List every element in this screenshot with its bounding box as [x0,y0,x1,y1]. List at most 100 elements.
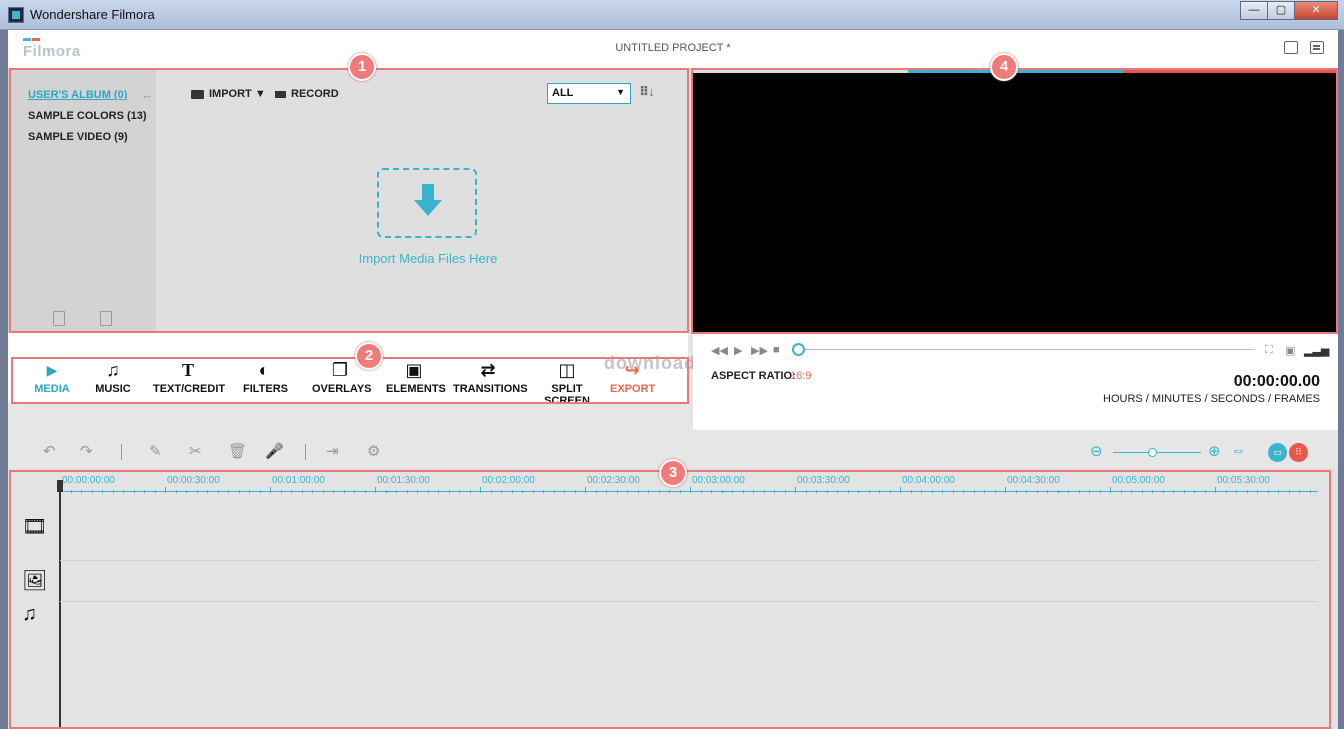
ruler-tick [1131,490,1132,493]
tab-filters[interactable]: ◐ FILTERS [243,360,288,395]
ruler-tick [763,490,765,493]
ruler-tick [553,490,555,493]
app-header: Filmora UNTITLED PROJECT * [8,30,1338,68]
ruler-tick-label: 00:00:00:00 [62,475,115,486]
ruler-tick [627,490,628,493]
import-hint: Import Media Files Here [358,251,498,266]
zoom-handle[interactable] [1148,448,1157,457]
ruler-tick [973,490,975,493]
import-drop-zone[interactable] [377,168,477,238]
record-button[interactable]: RECORD [275,88,339,100]
fullscreen-icon[interactable]: ⛶ [1265,344,1273,357]
delete-icon[interactable]: 🗑 [228,442,247,460]
ruler-tick [774,490,775,493]
playhead[interactable] [57,480,63,728]
video-preview[interactable] [693,68,1338,333]
ruler-tick [1162,490,1164,493]
ruler-tick [396,490,397,493]
ruler-tick [1036,490,1038,493]
ruler-tick [427,490,429,493]
music-track-icon: ♫ [22,603,37,625]
ruler-tick [1173,490,1174,493]
player-controls: ◀◀ ▶ ▶▶ ■ ⛶ ▣ ▂▃▅ ASPECT RATIO: 16:9 00:… [693,333,1338,430]
fit-icon[interactable]: ⇔ [1231,442,1246,459]
tab-media[interactable]: ▶ MEDIA [33,360,71,395]
zoom-slider[interactable] [1113,452,1201,453]
snapshot-icon[interactable]: ▣ [1285,344,1295,357]
ruler-tick [217,490,219,493]
maximize-button[interactable]: ▢ [1267,1,1295,20]
tab-music[interactable]: ♫ MUSIC [93,360,133,395]
ruler-tick [1267,490,1269,493]
ruler-tick-label: 00:01:00:00 [272,475,325,486]
rewind-icon[interactable]: ◀◀ [711,344,728,357]
voiceover-icon[interactable]: 🎤 [265,442,284,460]
save-icon[interactable] [1284,41,1298,54]
ruler-tick [669,490,670,493]
ruler-tick [312,490,313,493]
ruler-tick [154,490,156,493]
separator [305,444,306,460]
menu-icon[interactable] [1310,41,1324,54]
ruler-tick [900,487,901,493]
timeline-mode-icon[interactable]: ▭ [1268,443,1287,462]
aspect-ratio-value[interactable]: 16:9 [790,370,811,382]
stop-icon[interactable]: ■ [773,344,780,356]
storyboard-icon[interactable]: ⠿ [1289,443,1308,462]
redo-icon[interactable]: ↷ [80,442,93,460]
zoom-out-icon[interactable]: ⊖ [1090,442,1103,460]
split-screen-icon: ◫ [558,360,576,380]
media-library: USER'S ALBUM (0) SAMPLE COLORS (13) SAMP… [8,68,688,333]
sort-icon[interactable]: ⠿↓ [639,84,655,100]
ruler-tick [480,487,481,493]
add-album-icon[interactable] [53,311,65,326]
watermark: download [604,353,696,373]
track-divider [60,601,1318,602]
ruler-tick [879,490,880,493]
forward-icon[interactable]: ▶▶ [751,344,768,357]
ruler-tick [228,490,229,493]
album-sample-video[interactable]: SAMPLE VIDEO (9) [28,131,128,143]
edit-icon[interactable]: ✎ [149,442,162,460]
filters-icon: ◐ [258,360,270,380]
zoom-in-icon[interactable]: ⊕ [1208,442,1221,460]
ruler-tick [931,490,933,493]
play-icon[interactable]: ▶ [734,344,742,357]
split-icon[interactable]: ✂ [189,442,202,460]
timeline[interactable]: 00:00:00:00 00:00:30:00 00:01:00:00 00:01:3… [8,468,1338,729]
ruler-tick [385,490,387,493]
back-arrow-icon[interactable]: ← [141,87,154,102]
album-sample-colors[interactable]: SAMPLE COLORS (13) [28,110,147,122]
tab-text-credit[interactable]: T TEXT/CREDIT [153,360,225,395]
ruler-tick [291,490,292,493]
tab-split-screen[interactable]: ◫ SPLIT SCREEN [532,360,602,407]
undo-icon[interactable]: ↶ [43,442,56,460]
seek-bar[interactable] [805,349,1255,350]
settings-icon[interactable]: ⚙ [367,442,380,460]
tab-elements[interactable]: ▣ ELEMENTS [386,360,446,395]
album-users[interactable]: USER'S ALBUM (0) [28,89,127,101]
remove-album-icon[interactable] [100,311,112,326]
ruler-tick [721,490,723,493]
ruler-tick [280,490,282,493]
tab-transitions[interactable]: ⇄ TRANSITIONS [453,360,528,395]
image-track-icon: 🖼 [22,570,48,592]
ruler-tick [1068,490,1069,493]
ruler-tick [207,490,208,493]
volume-icon[interactable]: ▂▃▅ [1304,344,1329,357]
minimize-button[interactable]: — [1240,1,1268,20]
annotation-number-1: 1 [348,53,376,81]
import-button[interactable]: IMPORT ▼ [191,88,266,100]
ruler-tick [1204,490,1206,493]
ruler-tick-label: 00:03:30:00 [797,475,850,486]
ruler-tick [91,490,93,493]
scene-detect-icon[interactable]: ⇥ [326,442,339,460]
ruler-tick [333,490,334,493]
ruler-tick [984,490,985,493]
seek-handle[interactable] [792,343,805,356]
media-filter-select[interactable]: ALL ▼ [547,83,631,104]
ruler-tick [354,490,355,493]
time-ruler[interactable]: 00:00:00:00 00:00:30:00 00:01:00:00 00:01:3… [60,468,1318,493]
app-window: Filmora UNTITLED PROJECT * USER'S ALBUM … [8,30,1338,729]
close-button[interactable]: ✕ [1294,1,1338,20]
